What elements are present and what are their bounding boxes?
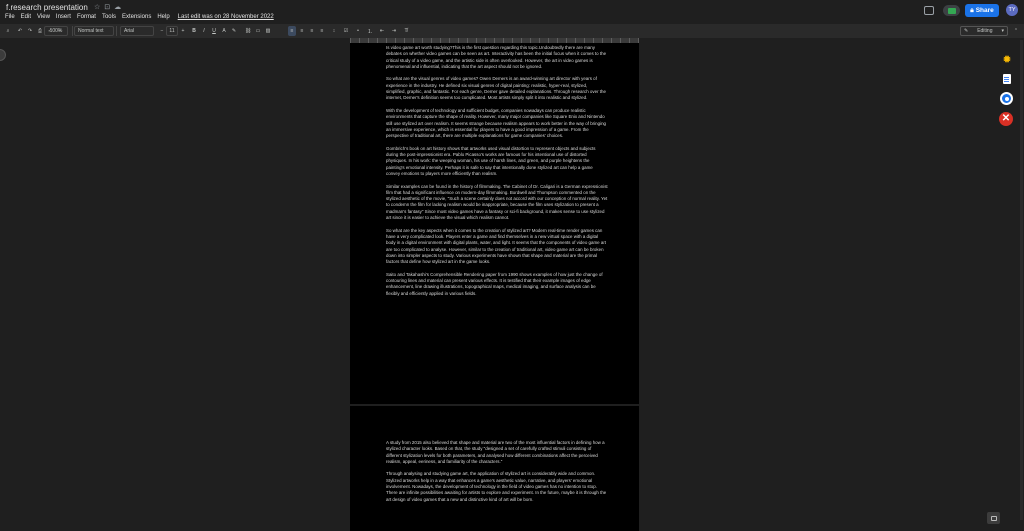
docs-app: f.research presentation ☆ ⊡ ☁ File Edit … xyxy=(0,0,1024,531)
document-page-2[interactable]: A study from 2015 also believed that sha… xyxy=(350,406,639,531)
comment-history-icon[interactable] xyxy=(924,6,934,15)
paragraph[interactable]: With the development of technology and s… xyxy=(386,108,608,139)
title-icons: ☆ ⊡ ☁ xyxy=(94,3,121,11)
editing-mode-label: Editing xyxy=(977,28,993,34)
title-bar: f.research presentation ☆ ⊡ ☁ File Edit … xyxy=(0,0,1024,22)
paragraph[interactable]: Saito and Takahashi's Comprehensible Ren… xyxy=(386,272,608,297)
link-icon[interactable]: ⛓ xyxy=(244,26,252,36)
last-edit-link[interactable]: Last edit was on 28 November 2022 xyxy=(178,14,274,20)
align-left-icon[interactable]: ≡ xyxy=(288,26,296,36)
bold-button[interactable]: B xyxy=(190,26,198,36)
share-button[interactable]: 🔒︎ Share xyxy=(965,4,999,17)
increase-font-icon[interactable]: + xyxy=(179,26,187,36)
horizontal-ruler[interactable] xyxy=(350,38,639,43)
page-2-body[interactable]: A study from 2015 also believed that sha… xyxy=(386,440,608,509)
lock-icon: 🔒︎ xyxy=(970,6,974,14)
bulleted-list-icon[interactable]: • xyxy=(354,26,362,36)
underline-button[interactable]: U xyxy=(210,26,218,36)
paragraph[interactable]: Is video game art worth studying?This is… xyxy=(386,45,608,70)
star-icon[interactable]: ☆ xyxy=(94,3,100,11)
paragraph[interactable]: So what are the key aspects when it come… xyxy=(386,228,608,266)
keep-icon[interactable]: ✹ xyxy=(1001,53,1013,66)
menu-extensions[interactable]: Extensions xyxy=(122,14,151,20)
menu-file[interactable]: File xyxy=(5,14,15,20)
pencil-icon: ✎ xyxy=(964,28,969,34)
vertical-scrollbar[interactable] xyxy=(1020,40,1023,520)
checklist-icon[interactable]: ☑ xyxy=(342,26,350,36)
italic-button[interactable]: I xyxy=(200,26,208,36)
add-comment-icon[interactable]: ▭ xyxy=(254,26,262,36)
meet-icon[interactable] xyxy=(943,5,960,16)
align-center-icon[interactable]: ≡ xyxy=(298,26,306,36)
search-menus-icon[interactable]: ⌕ xyxy=(4,26,12,36)
redo-icon[interactable]: ↷ xyxy=(26,26,34,36)
insert-image-icon[interactable]: ▨ xyxy=(264,26,272,36)
print-icon[interactable]: ⎙ xyxy=(36,26,44,36)
paragraph[interactable]: Through analysing and studying game art,… xyxy=(386,471,608,502)
paragraph[interactable]: A study from 2015 also believed that sha… xyxy=(386,440,608,465)
menu-edit[interactable]: Edit xyxy=(21,14,31,20)
menu-bar: File Edit View Insert Format Tools Exten… xyxy=(5,14,280,20)
highlight-icon[interactable]: ✎ xyxy=(230,26,238,36)
align-right-icon[interactable]: ≡ xyxy=(308,26,316,36)
share-label: Share xyxy=(975,7,994,14)
paragraph[interactable]: So what are the visual genres of video g… xyxy=(386,76,608,101)
decrease-font-icon[interactable]: − xyxy=(158,26,166,36)
folder-move-icon[interactable]: ⊡ xyxy=(104,3,110,11)
numbered-list-icon[interactable]: ⒈ xyxy=(366,26,374,36)
docs-icon[interactable] xyxy=(1001,73,1013,85)
menu-insert[interactable]: Insert xyxy=(56,14,71,20)
text-color-button[interactable]: A xyxy=(220,26,228,36)
toolbar-separator xyxy=(72,26,73,36)
menu-view[interactable]: View xyxy=(37,14,50,20)
page-1-body[interactable]: Is video game art worth studying?This is… xyxy=(386,45,608,303)
editing-mode-select[interactable]: ✎ Editing ▾ xyxy=(960,26,1008,36)
zoom-select[interactable]: 100% xyxy=(44,26,68,36)
clear-formatting-icon[interactable]: T̸ xyxy=(402,26,410,36)
menu-format[interactable]: Format xyxy=(77,14,96,20)
chevron-down-icon: ▾ xyxy=(1001,28,1004,34)
collapse-toolbar-icon[interactable]: ⌃ xyxy=(1012,26,1020,36)
tasks-icon[interactable] xyxy=(1000,92,1013,105)
toolbar-separator xyxy=(116,26,117,36)
document-title[interactable]: f.research presentation xyxy=(6,3,88,12)
line-spacing-icon[interactable]: ↕ xyxy=(330,26,338,36)
style-select[interactable]: Normal text xyxy=(74,26,114,36)
paragraph[interactable]: Gombrich's book on art history shows tha… xyxy=(386,146,608,177)
increase-indent-icon[interactable]: ⇥ xyxy=(390,26,398,36)
outline-toggle-icon[interactable] xyxy=(0,49,6,61)
font-size-input[interactable]: 11 xyxy=(166,26,178,36)
close-addon-icon[interactable]: ✕ xyxy=(999,112,1013,126)
toolbar: ⌕ ↶ ↷ ⎙ ✓ ⌐ 100% Normal text Arial − 11 … xyxy=(0,24,1024,38)
menu-help[interactable]: Help xyxy=(157,14,169,20)
cloud-status-icon[interactable]: ☁ xyxy=(114,3,121,11)
paragraph[interactable]: Similar examples can be found in the his… xyxy=(386,184,608,222)
explore-icon[interactable] xyxy=(987,512,1000,524)
undo-icon[interactable]: ↶ xyxy=(16,26,24,36)
avatar[interactable]: TY xyxy=(1006,4,1018,16)
justify-icon[interactable]: ≡ xyxy=(318,26,326,36)
font-select[interactable]: Arial xyxy=(120,26,154,36)
decrease-indent-icon[interactable]: ⇤ xyxy=(378,26,386,36)
menu-tools[interactable]: Tools xyxy=(102,14,116,20)
document-page-1[interactable]: Is video game art worth studying?This is… xyxy=(350,38,639,404)
